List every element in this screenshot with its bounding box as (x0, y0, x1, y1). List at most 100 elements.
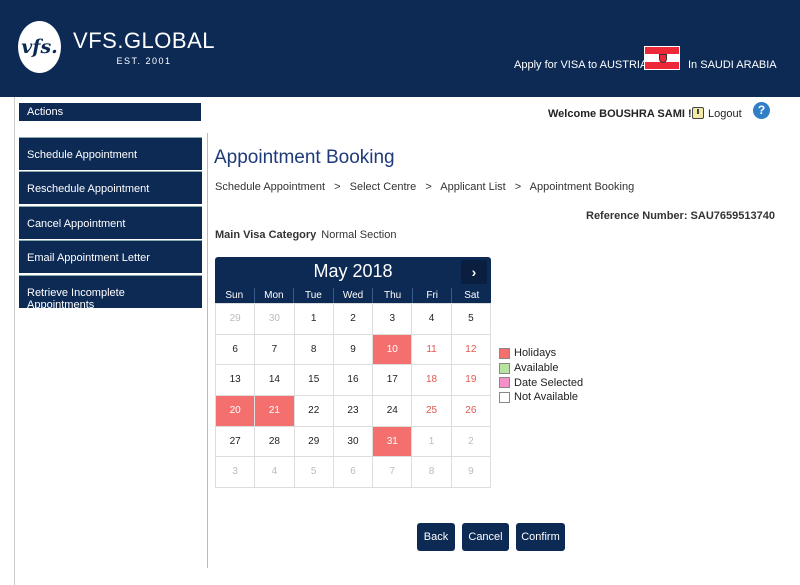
calendar-day[interactable]: 1 (294, 304, 334, 335)
calendar-day[interactable]: 25 (412, 396, 452, 427)
legend-swatch (499, 377, 510, 389)
logo-name: VFS.GLOBAL (73, 28, 215, 53)
weekday-label: Fri (411, 288, 452, 303)
calendar-day[interactable]: 26 (451, 396, 491, 427)
legend-label: Not Available (514, 391, 579, 404)
weekday-header: Sun Mon Tue Wed Thu Fri Sat (215, 288, 491, 303)
calendar-day[interactable]: 28 (255, 426, 295, 458)
sidebar-divider (207, 133, 208, 568)
calendar-day[interactable]: 23 (333, 396, 374, 427)
calendar-day[interactable]: 8 (294, 334, 334, 366)
weekday-label: Tue (293, 288, 333, 303)
appointment-calendar: May 2018 › Sun Mon Tue Wed Thu Fri Sat 29 30 1 2 3… (215, 257, 491, 489)
calendar-day-other-month: 7 (373, 457, 413, 489)
back-button[interactable]: Back (417, 523, 455, 551)
calendar-day[interactable]: 7 (255, 334, 295, 366)
cancel-button[interactable]: Cancel (462, 523, 509, 551)
menu-reschedule-appointment[interactable]: Reschedule Appointment (19, 171, 202, 204)
calendar-day[interactable]: 13 (216, 365, 256, 397)
weekday-label: Mon (253, 288, 294, 303)
calendar-day-holiday[interactable]: 10 (373, 334, 413, 366)
menu-retrieve-incomplete-appointments[interactable]: Retrieve Incomplete Appointments (19, 275, 202, 311)
calendar-day-other-month: 2 (451, 426, 491, 458)
calendar-day-other-month: 29 (216, 304, 256, 335)
legend-swatch (499, 347, 510, 359)
calendar-day[interactable]: 5 (451, 304, 491, 335)
breadcrumb-separator: > (514, 181, 522, 193)
calendar-header: May 2018 › (215, 257, 491, 288)
power-icon[interactable] (692, 107, 704, 119)
logo-mark-text: vfs. (21, 36, 58, 58)
breadcrumb-current: Appointment Booking (529, 181, 635, 193)
next-month-button[interactable]: › (461, 260, 487, 284)
reference-number: Reference Number: SAU7659513740 (586, 210, 775, 222)
calendar-day[interactable]: 19 (451, 365, 491, 397)
calendar-day[interactable]: 4 (412, 304, 452, 335)
site-header: vfs. VFS.GLOBAL EST. 2001 Apply for VISA… (0, 0, 800, 97)
menu-schedule-appointment[interactable]: Schedule Appointment (19, 137, 202, 170)
weekday-label: Sat (451, 288, 491, 303)
legend-swatch (499, 391, 510, 403)
country-text: In SAUDI ARABIA (688, 59, 777, 71)
menu-email-appointment-letter[interactable]: Email Appointment Letter (19, 240, 202, 273)
calendar-day[interactable]: 6 (216, 334, 256, 366)
breadcrumb: Schedule Appointment > Select Centre > A… (215, 181, 634, 193)
calendar-day[interactable]: 18 (412, 365, 452, 397)
calendar-day[interactable]: 15 (294, 365, 334, 397)
breadcrumb-separator: > (425, 181, 432, 193)
help-icon[interactable]: ? (753, 102, 770, 119)
calendar-day[interactable]: 12 (451, 334, 491, 366)
logo-est: EST. 2001 (116, 56, 172, 66)
calendar-day[interactable]: 29 (294, 426, 334, 458)
page-title: Appointment Booking (214, 147, 395, 168)
calendar-grid: 29 30 1 2 3 4 5 6 7 8 9 10 11 12 13 14 15 16 17 18 19 20 21 22 2… (215, 303, 491, 489)
visa-category: Main Visa Category Normal Section (215, 229, 396, 241)
calendar-day[interactable]: 2 (333, 304, 374, 335)
calendar-month-title: May 2018 (313, 261, 393, 281)
confirm-button[interactable]: Confirm (516, 523, 565, 551)
breadcrumb-item[interactable]: Select Centre (350, 181, 417, 193)
legend-label: Available (514, 362, 559, 375)
legend-item: Not Available (499, 390, 583, 405)
legend-swatch (499, 362, 510, 374)
calendar-day-other-month: 4 (255, 457, 295, 489)
actions-heading: Actions (19, 103, 201, 121)
calendar-day-other-month: 30 (255, 304, 295, 335)
visa-category-label: Main Visa Category (215, 229, 317, 241)
calendar-day[interactable]: 3 (373, 304, 413, 335)
austria-flag-icon (644, 46, 680, 70)
welcome-text: Welcome BOUSHRA SAMI ! (548, 108, 692, 120)
weekday-label: Thu (372, 288, 412, 303)
calendar-day-holiday[interactable]: 20 (216, 396, 256, 427)
weekday-label: Sun (225, 290, 244, 301)
vfs-logo[interactable]: vfs. VFS.GLOBAL EST. 2001 (15, 14, 215, 80)
calendar-day[interactable]: 9 (333, 334, 374, 366)
breadcrumb-item[interactable]: Applicant List (440, 181, 505, 193)
calendar-day[interactable]: 30 (333, 426, 374, 458)
calendar-day-other-month: 6 (333, 457, 374, 489)
calendar-day[interactable]: 22 (294, 396, 334, 427)
calendar-legend: Holidays Available Date Selected Not Availa… (499, 346, 583, 405)
calendar-day-other-month: 1 (412, 426, 452, 458)
logo-mark: vfs. (18, 21, 62, 73)
calendar-day[interactable]: 24 (373, 396, 413, 427)
breadcrumb-item[interactable]: Schedule Appointment (215, 181, 325, 193)
calendar-day[interactable]: 16 (333, 365, 374, 397)
legend-item: Available (499, 361, 583, 376)
breadcrumb-separator: > (334, 181, 341, 193)
calendar-day-holiday[interactable]: 21 (255, 396, 295, 427)
calendar-day-holiday[interactable]: 31 (373, 426, 413, 458)
logout-link[interactable]: Logout (708, 108, 742, 120)
calendar-day[interactable]: 14 (255, 365, 295, 397)
menu-cancel-appointment[interactable]: Cancel Appointment (19, 206, 202, 239)
calendar-day-other-month: 8 (412, 457, 452, 489)
visa-category-value: Normal Section (321, 229, 397, 241)
calendar-day-other-month: 3 (216, 457, 256, 489)
apply-visa-text: Apply for VISA to AUSTRIA (514, 59, 648, 71)
legend-item: Holidays (499, 346, 583, 361)
calendar-day-other-month: 5 (294, 457, 334, 489)
calendar-day[interactable]: 27 (216, 426, 256, 458)
calendar-day[interactable]: 17 (373, 365, 413, 397)
calendar-day[interactable]: 11 (412, 334, 452, 366)
legend-item: Date Selected (499, 375, 583, 390)
